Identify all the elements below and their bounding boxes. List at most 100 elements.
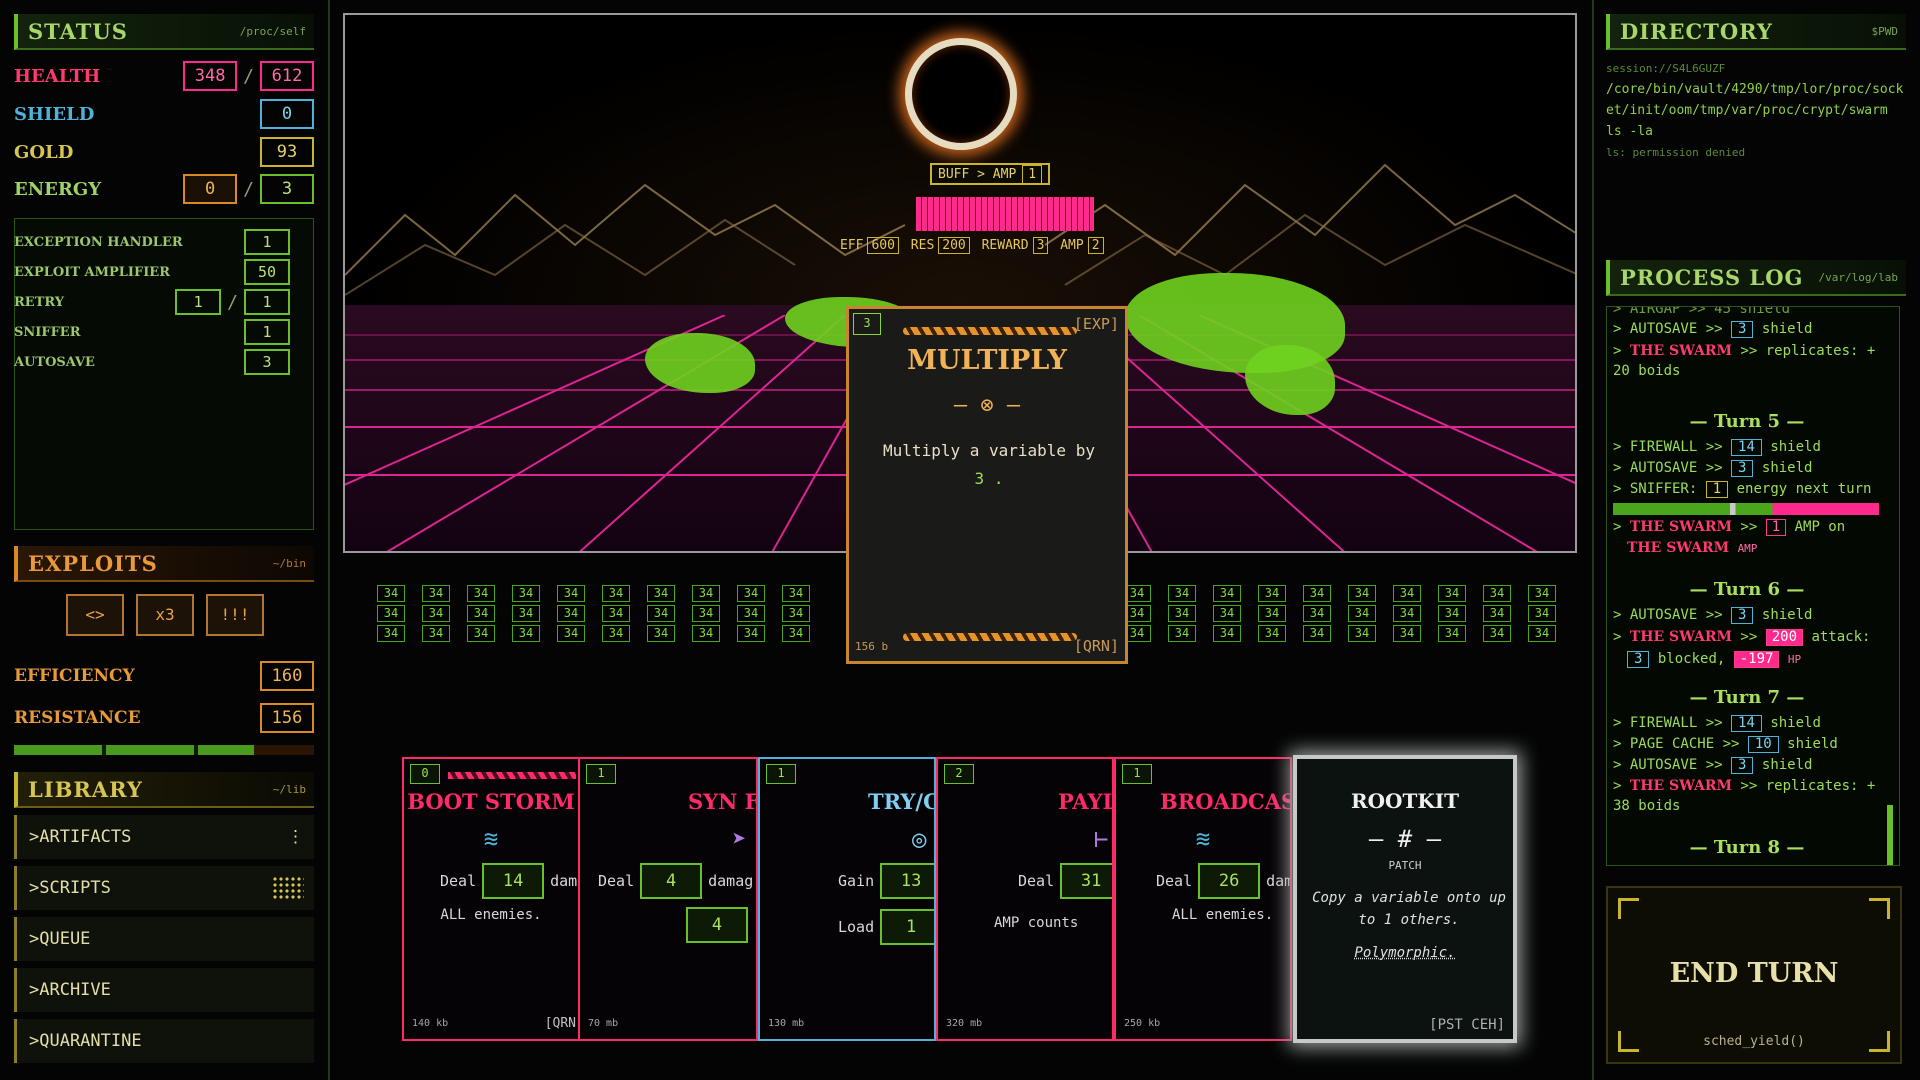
- exploit-button[interactable]: !!!: [206, 594, 264, 636]
- log-line: > FIREWALL >> 14 shield: [1613, 437, 1887, 457]
- turn-divider: — Turn 7 —: [1689, 687, 1805, 708]
- log-program: > AUTOSAVE >>: [1613, 757, 1723, 773]
- directory-command: ls -la: [1606, 124, 1653, 139]
- memory-cell: 34: [1483, 605, 1511, 622]
- hand-card-syn-flood[interactable]: 1 SYN FL ➤ Deal 4 damag 4 70 mb: [580, 757, 758, 1041]
- efficiency-row: EFFICIENCY 160: [14, 660, 314, 692]
- memory-cell: 34: [557, 605, 585, 622]
- memory-cell: 34: [1483, 585, 1511, 602]
- shield-row: SHIELD 0: [14, 98, 314, 130]
- memory-cell: 34: [692, 605, 720, 622]
- log-text: attack:: [1811, 629, 1871, 645]
- exploits-header: EXPLOITS ~/bin: [14, 546, 314, 582]
- hand-card-payload[interactable]: 2 PAYLO ⊢ Deal 31 AMP counts 320 mb: [936, 757, 1114, 1041]
- program-row[interactable]: EXCEPTION HANDLER 1: [14, 229, 290, 255]
- log-text: shield: [1787, 736, 1838, 752]
- library-item-scripts[interactable]: >SCRIPTS: [14, 866, 314, 910]
- card-name: TRY/CA: [868, 789, 934, 814]
- shield-label: SHIELD: [14, 103, 95, 125]
- library-item-quarantine[interactable]: >QUARANTINE: [14, 1019, 314, 1063]
- program-label: RETRY: [14, 294, 65, 310]
- directory-content: session://S4L6GUZF /core/bin/vault/4290/…: [1606, 58, 1906, 163]
- memory-cell: 34: [692, 585, 720, 602]
- memory-cell: 34: [1303, 605, 1331, 622]
- process-log[interactable]: > AIRGAP >> 45 shield > AUTOSAVE >> 3 sh…: [1606, 306, 1900, 866]
- program-row[interactable]: SNIFFER 1: [14, 319, 290, 345]
- hand-card-try-catch[interactable]: 1 TRY/CA ◎ Gain 13 Load 1 130 mb: [758, 757, 936, 1041]
- memory-cell: 34: [1438, 585, 1466, 602]
- program-value: 1: [244, 229, 290, 255]
- exploit-progress-bar: [14, 745, 314, 755]
- enemy-buff-tag[interactable]: BUFF > AMP 1: [930, 163, 1051, 185]
- card-tag-bottom: [QRN]: [1073, 637, 1119, 655]
- program-row[interactable]: AUTOSAVE 3: [14, 349, 290, 375]
- log-program: > AUTOSAVE >>: [1613, 607, 1723, 623]
- memory-cell: 34: [782, 625, 810, 642]
- log-value: 1: [1705, 481, 1729, 498]
- amp-label: AMP: [1060, 238, 1084, 253]
- log-text: energy next turn: [1736, 481, 1872, 497]
- res-label: RES: [910, 238, 935, 253]
- library-header: LIBRARY ~/lib: [14, 772, 314, 808]
- card-name: ROOTKIT: [1351, 789, 1459, 813]
- end-turn-button[interactable]: END TURN sched_yield(): [1606, 886, 1902, 1064]
- program-row[interactable]: RETRY 1 / 1: [14, 289, 290, 315]
- log-program: > PAGE CACHE >>: [1613, 736, 1740, 752]
- hand-card-rootkit[interactable]: ROOTKIT — # — PATCH Copy a variable onto…: [1293, 755, 1517, 1043]
- card-name: PAYLO: [1058, 789, 1112, 814]
- library-item-archive[interactable]: >ARCHIVE: [14, 968, 314, 1012]
- program-label: EXCEPTION HANDLER: [14, 234, 183, 250]
- memory-cell: 34: [1348, 605, 1376, 622]
- program-slash: /: [227, 291, 238, 313]
- log-line: > THE SWARM >> replicates: + 38 boids: [1613, 778, 1876, 814]
- card-size: 140 kb: [412, 1018, 449, 1029]
- log-value: 10: [1747, 736, 1779, 753]
- directory-title: DIRECTORY: [1620, 18, 1773, 44]
- log-text: shield: [1761, 607, 1813, 623]
- turn-divider: — Turn 5 —: [1689, 411, 1805, 432]
- memory-cell: 34: [377, 625, 405, 642]
- program-label: EXPLOIT AMPLIFIER: [14, 264, 171, 280]
- library-item-label: >ARCHIVE: [29, 980, 111, 1000]
- enemy-health-bar: [916, 197, 1094, 231]
- gold-row: GOLD 93: [14, 136, 314, 168]
- card-value: 26: [1198, 863, 1261, 899]
- log-text: shield: [1770, 715, 1821, 731]
- memory-cell: 34: [1393, 625, 1421, 642]
- eff-label: EFF: [840, 238, 864, 253]
- card-tag: [PST CEH]: [1429, 1017, 1505, 1033]
- card-description: Multiply a variable by 3 .: [863, 437, 1115, 493]
- exploit-button[interactable]: <>: [66, 594, 124, 636]
- program-row[interactable]: EXPLOIT AMPLIFIER 50: [14, 259, 290, 285]
- library-item-label: >SCRIPTS: [29, 878, 111, 898]
- card-desc-text: Multiply a variable by: [883, 441, 1095, 460]
- focused-card-multiply[interactable]: 3 [EXP] MULTIPLY — ⊗ — Multiply a variab…: [846, 306, 1128, 664]
- resistance-value: 156: [260, 703, 314, 733]
- memory-cell: 34: [737, 585, 765, 602]
- memory-cell: 34: [1303, 625, 1331, 642]
- hand-card-boot-storm[interactable]: 0 BOOT STORM ≋ Deal 14 damag ALL enemies…: [402, 757, 580, 1041]
- end-turn-sub: sched_yield(): [1703, 1034, 1805, 1049]
- log-line: THE SWARM AMP: [1627, 538, 1899, 559]
- library-item-queue[interactable]: >QUEUE: [14, 917, 314, 961]
- log-line: > FIREWALL >> 14 shield: [1613, 713, 1887, 733]
- exploit-button[interactable]: x3: [136, 594, 194, 636]
- grid-icon: [272, 876, 304, 900]
- log-line: 3 blocked, -197 HP: [1627, 649, 1899, 670]
- library-item-label: >ARTIFACTS: [29, 827, 132, 847]
- hand-card-broadcast[interactable]: 1 BROADCAST ≋ Deal 26 damag ALL enemies.…: [1114, 757, 1292, 1041]
- log-program: > FIREWALL >>: [1613, 715, 1723, 731]
- card-rope-bottom: [903, 633, 1077, 641]
- log-scrollbar[interactable]: [1887, 805, 1893, 865]
- library-item-artifacts[interactable]: >ARTIFACTS ⋮: [14, 815, 314, 859]
- broadcast-icon: ≋: [1195, 825, 1211, 853]
- status-path: /proc/self: [239, 24, 306, 38]
- log-value: -197: [1733, 651, 1780, 668]
- card-cost: 3: [853, 313, 881, 335]
- memory-cell: 34: [1213, 625, 1241, 642]
- memory-cell: 34: [782, 585, 810, 602]
- log-text: >>: [1740, 519, 1758, 535]
- memory-cell: 34: [467, 605, 495, 622]
- card-value-2: 4: [686, 907, 748, 943]
- memory-cell: 34: [512, 605, 540, 622]
